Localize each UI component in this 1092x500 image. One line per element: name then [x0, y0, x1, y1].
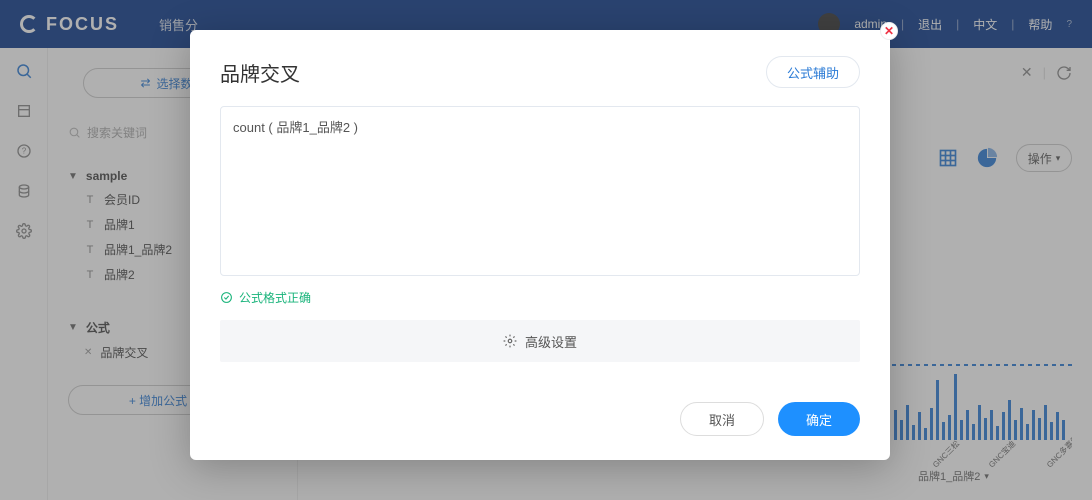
close-icon[interactable]: ✕ — [880, 22, 898, 40]
formula-editor[interactable] — [220, 106, 860, 276]
formula-modal: ✕ 品牌交叉 公式辅助 公式格式正确 高级设置 取消 确定 — [190, 30, 890, 460]
advanced-label: 高级设置 — [525, 332, 577, 351]
formula-helper-label: 公式辅助 — [787, 63, 839, 82]
formula-helper-button[interactable]: 公式辅助 — [766, 56, 860, 88]
modal-title: 品牌交叉 — [220, 58, 300, 87]
gear-icon — [503, 334, 517, 348]
ok-label: 确定 — [806, 410, 832, 429]
validation-status: 公式格式正确 — [220, 289, 860, 306]
cancel-label: 取消 — [709, 410, 735, 429]
cancel-button[interactable]: 取消 — [680, 402, 764, 436]
ok-button[interactable]: 确定 — [778, 402, 860, 436]
status-text: 公式格式正确 — [239, 289, 311, 306]
advanced-settings-button[interactable]: 高级设置 — [220, 320, 860, 362]
check-circle-icon — [220, 291, 233, 304]
